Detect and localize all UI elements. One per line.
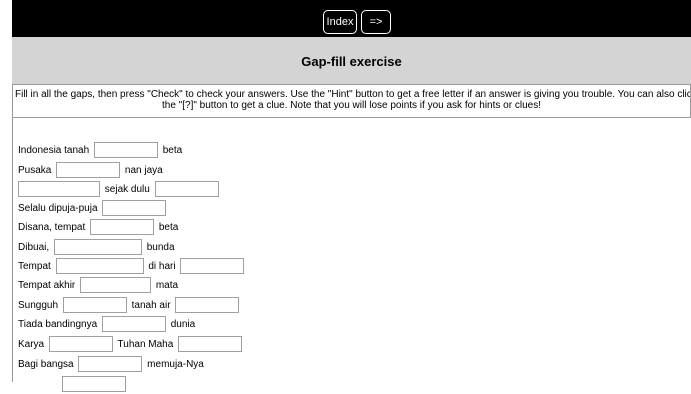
gap-input[interactable] — [53, 239, 142, 255]
line-text: bunda — [146, 242, 175, 253]
gap-input[interactable] — [62, 376, 126, 392]
gap-fill-area: Indonesia tanah beta Pusaka nan jaya sej… — [12, 118, 691, 392]
line-text: Tempat akhir — [18, 280, 76, 291]
line-text: Tiada bandingnya — [18, 319, 98, 330]
line-text: sejak dulu — [104, 184, 150, 195]
gap-line-7: Tempat di hari — [18, 258, 246, 276]
gap-line-4: Selalu dipuja-puja — [18, 200, 168, 218]
line-text: nan jaya — [124, 165, 163, 176]
gap-input[interactable] — [78, 356, 143, 372]
gap-input[interactable] — [93, 142, 158, 158]
line-text: dunia — [170, 319, 196, 330]
gap-line-10: Tiada bandingnya dunia — [18, 316, 195, 334]
gap-input[interactable] — [55, 258, 144, 274]
line-text: Indonesia tanah — [18, 145, 90, 156]
next-button[interactable]: => — [361, 10, 391, 34]
line-text: di hari — [148, 261, 176, 272]
line-text: Dibuai, — [18, 242, 50, 253]
gap-line-1: Indonesia tanah beta — [18, 142, 182, 160]
line-text: Bagi bangsa — [18, 359, 74, 370]
gap-line-5: Disana, tempat beta — [18, 219, 178, 237]
line-text: Selalu dipuja-puja — [18, 203, 98, 214]
gap-input[interactable] — [48, 336, 113, 352]
index-button[interactable]: Index — [323, 10, 357, 34]
line-text: Tempat — [18, 261, 51, 272]
line-text: beta — [162, 145, 183, 156]
gap-input[interactable] — [80, 277, 152, 293]
gap-line-13 — [18, 376, 128, 394]
instructions-line-2: the "[?]" button to get a clue. Note tha… — [162, 100, 541, 111]
gap-line-6: Dibuai, bunda — [18, 239, 175, 257]
gap-input[interactable] — [18, 181, 100, 197]
gap-input[interactable] — [90, 219, 155, 235]
line-text: Pusaka — [18, 165, 52, 176]
gap-input[interactable] — [178, 336, 243, 352]
line-text: Tuhan Maha — [117, 339, 174, 350]
gap-line-11: Karya Tuhan Maha — [18, 336, 244, 354]
gap-line-12: Bagi bangsa memuja-Nya — [18, 356, 204, 374]
gap-input[interactable] — [180, 258, 245, 274]
gap-input[interactable] — [175, 297, 240, 313]
top-navigation-bar: Index => — [12, 0, 691, 37]
gap-line-8: Tempat akhir mata — [18, 277, 178, 295]
exercise-title: Gap-fill exercise — [12, 37, 691, 85]
gap-line-9: Sungguh tanah air — [18, 297, 241, 315]
line-text: Disana, tempat — [18, 222, 86, 233]
instructions-line-1: Fill in all the gaps, then press "Check"… — [15, 89, 691, 100]
gap-input[interactable] — [101, 316, 166, 332]
line-text: Karya — [18, 339, 45, 350]
line-text: beta — [158, 222, 179, 233]
line-text: memuja-Nya — [147, 359, 204, 370]
gap-line-2: Pusaka nan jaya — [18, 162, 163, 180]
line-text: tanah air — [131, 300, 171, 311]
line-text: mata — [155, 280, 179, 291]
gap-line-3: sejak dulu — [18, 181, 221, 199]
gap-input[interactable] — [154, 181, 219, 197]
line-text: Sungguh — [18, 300, 59, 311]
gap-input[interactable] — [56, 162, 121, 178]
instructions-panel: Fill in all the gaps, then press "Check"… — [12, 84, 691, 118]
gap-input[interactable] — [102, 200, 167, 216]
gap-input[interactable] — [62, 297, 127, 313]
